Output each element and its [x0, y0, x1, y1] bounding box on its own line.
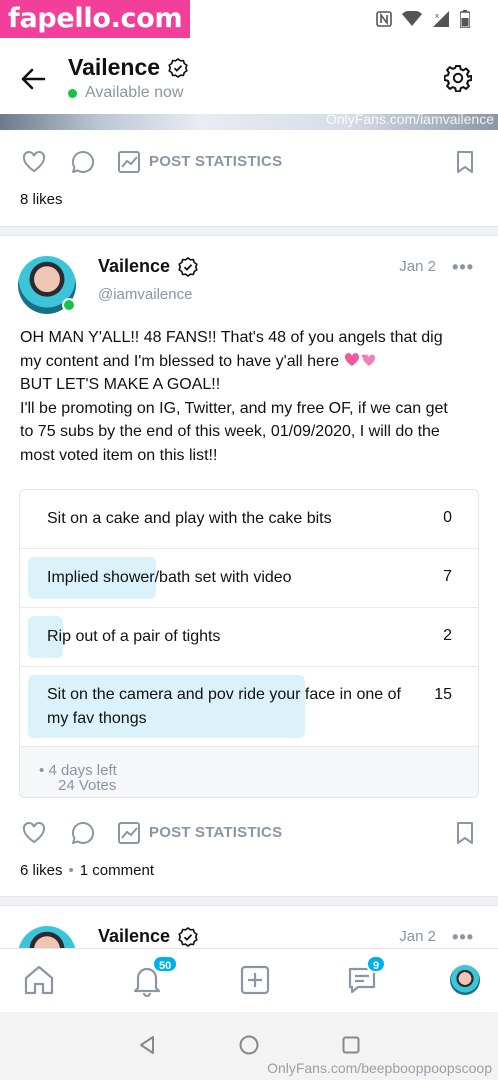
battery-icon	[460, 10, 470, 28]
recents-square-icon[interactable]	[340, 1034, 362, 1056]
post-date: Jan 2	[399, 258, 436, 275]
sparkling-heart-icon	[360, 353, 375, 366]
system-navigation: OnlyFans.com/beepbooppoopscoop	[0, 1012, 498, 1080]
poll-option-votes: 0	[443, 509, 452, 526]
poll-option-votes: 15	[434, 686, 452, 703]
post-line: I'll be promoting on IG, Twitter, and my…	[20, 399, 448, 417]
arrow-left-icon[interactable]	[18, 64, 48, 94]
post-line: my content and I'm blessed to have y'all…	[20, 352, 340, 370]
comment-icon[interactable]	[70, 149, 96, 175]
post-author-name: Vailence	[98, 926, 171, 946]
profile-header: Vailence Available now	[0, 40, 498, 114]
poll-total-votes: 24 Votes	[58, 777, 117, 794]
poll-summary: 24 Votes • 4 days left	[39, 762, 117, 794]
back-triangle-icon[interactable]	[136, 1034, 158, 1056]
poll-option-votes: 7	[443, 568, 452, 585]
comment-icon[interactable]	[70, 820, 96, 846]
media-preview[interactable]: OnlyFans.com/iamvailence	[0, 114, 498, 130]
notifications-badge: 50	[152, 955, 179, 973]
wifi-icon	[402, 11, 422, 26]
nfc-icon	[376, 11, 392, 27]
post-line: to 75 subs by the end of this week, 01/0…	[20, 423, 440, 440]
poll-option[interactable]: Sit on a cake and play with the cake bit…	[20, 490, 478, 549]
online-dot	[62, 298, 76, 312]
post-statistics-button[interactable]: POST STATISTICS	[117, 149, 282, 175]
svg-text:x: x	[435, 12, 439, 20]
verified-icon	[168, 57, 188, 78]
comments-text[interactable]: 1 comment	[80, 862, 154, 879]
profile-name[interactable]: Vailence	[68, 54, 188, 81]
post-line: most voted item on this list!!	[20, 446, 218, 464]
poll-option-votes: 2	[443, 627, 452, 644]
home-icon[interactable]	[22, 963, 56, 997]
online-dot	[68, 88, 77, 98]
gear-icon[interactable]	[444, 64, 472, 92]
verified-icon	[178, 926, 198, 947]
status-bar: fapello.com x	[0, 0, 498, 40]
verified-icon	[178, 256, 198, 277]
home-circle-icon[interactable]	[238, 1034, 260, 1056]
more-options-icon[interactable]: •••	[452, 927, 474, 948]
footer-watermark: OnlyFans.com/beepbooppoopscoop	[267, 1060, 492, 1076]
post-author-name: Vailence	[98, 256, 171, 276]
post-statistics-label: POST STATISTICS	[149, 824, 283, 841]
poll: Sit on a cake and play with the cake bit…	[19, 489, 479, 798]
post-line: OH MAN Y'ALL!! 48 FANS!! That's 48 of yo…	[20, 329, 443, 346]
post-date: Jan 2	[399, 928, 436, 945]
messages-badge: 9	[366, 955, 387, 973]
chart-icon	[118, 151, 140, 173]
separator-dot: •	[68, 862, 74, 879]
post-author[interactable]: Vailence	[98, 256, 198, 277]
post-statistics-button[interactable]: POST STATISTICS	[117, 820, 282, 846]
post-actions: POST STATISTICS	[0, 812, 498, 852]
poll-footer: 24 Votes • 4 days left	[20, 747, 478, 797]
heart-icon[interactable]	[21, 820, 47, 846]
engagement-line: 6 likes • 1 comment	[20, 862, 154, 879]
post-actions: POST STATISTICS	[0, 141, 498, 181]
availability-status: Available now	[68, 84, 183, 102]
more-options-icon[interactable]: •••	[452, 257, 474, 278]
post-divider	[0, 896, 498, 906]
poll-option-label: Sit on the camera and pov ride your face…	[47, 686, 401, 727]
poll-option[interactable]: Rip out of a pair of tights 2	[20, 608, 478, 667]
chart-icon	[118, 822, 140, 844]
profile-avatar[interactable]	[450, 965, 480, 995]
poll-option[interactable]: Implied shower/bath set with video 7	[20, 549, 478, 608]
bookmark-icon[interactable]	[452, 820, 478, 846]
poll-option-label: Implied shower/bath set with video	[47, 569, 292, 586]
heart-icon[interactable]	[21, 149, 47, 175]
poll-option-label: Rip out of a pair of tights	[47, 628, 221, 645]
post-text: OH MAN Y'ALL!! 48 FANS!! That's 48 of yo…	[20, 326, 482, 467]
likes-text[interactable]: 6 likes	[20, 862, 63, 879]
likes-count[interactable]: 8 likes	[20, 191, 63, 208]
bookmark-icon[interactable]	[452, 149, 478, 175]
signal-icon: x	[433, 11, 449, 27]
status-icons: x	[376, 10, 470, 28]
post-statistics-label: POST STATISTICS	[149, 153, 283, 170]
pink-heart-icon	[344, 352, 359, 366]
post-author[interactable]: Vailence	[98, 926, 198, 947]
post-line-with-emoji: my content and I'm blessed to have y'all…	[20, 350, 482, 374]
post-handle[interactable]: @iamvailence	[98, 286, 192, 303]
profile-name-text: Vailence	[68, 54, 161, 80]
site-brand: fapello.com	[0, 0, 191, 38]
likes-text: 8 likes	[20, 191, 63, 208]
availability-text: Available now	[85, 84, 184, 101]
poll-separator: •	[39, 762, 45, 779]
media-watermark: OnlyFans.com/iamvailence	[325, 114, 494, 127]
plus-square-icon[interactable]	[238, 963, 272, 997]
poll-option[interactable]: Sit on the camera and pov ride your face…	[20, 667, 478, 747]
poll-option-label: Sit on a cake and play with the cake bit…	[47, 510, 332, 527]
post-divider	[0, 226, 498, 236]
bottom-navigation: 50 9	[0, 948, 498, 1012]
post-line: BUT LET'S MAKE A GOAL!!	[20, 376, 221, 393]
